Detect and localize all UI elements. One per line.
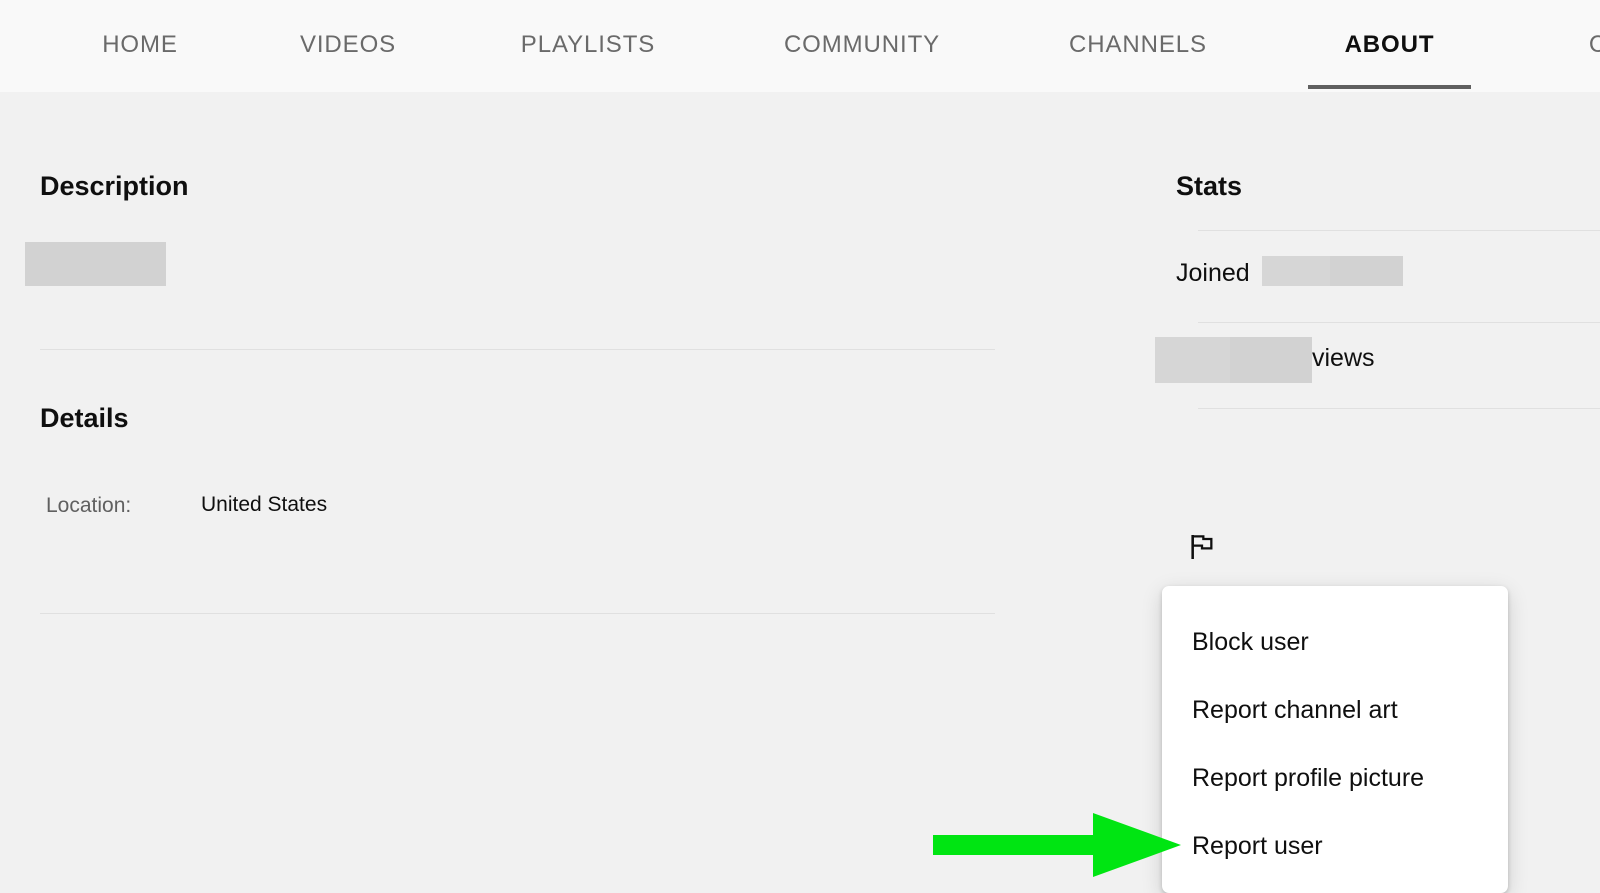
tab-label: PLAYLISTS (520, 31, 656, 58)
report-dropdown-menu: Block user Report channel art Report pro… (1162, 586, 1508, 893)
channel-about-page: HOME VIDEOS PLAYLISTS COMMUNITY CHANNELS… (0, 0, 1600, 893)
tab-playlists[interactable]: PLAYLISTS (487, 0, 689, 92)
details-heading: Details (40, 403, 129, 433)
menu-item-label: Block user (1192, 627, 1309, 656)
tab-underline (1308, 85, 1471, 89)
stats-divider-middle (1198, 322, 1600, 323)
description-divider (40, 349, 995, 350)
joined-label: Joined (1176, 259, 1250, 287)
tab-videos[interactable]: VIDEOS (265, 0, 431, 92)
joined-date-redacted (1262, 256, 1403, 286)
channel-tab-bar: HOME VIDEOS PLAYLISTS COMMUNITY CHANNELS… (0, 0, 1600, 92)
views-label: views (1312, 344, 1375, 372)
menu-item-label: Report user (1192, 831, 1323, 860)
menu-item-report-channel-art[interactable]: Report channel art (1162, 676, 1508, 744)
tab-channels[interactable]: CHANNELS (1032, 0, 1244, 92)
menu-item-label: Report profile picture (1192, 763, 1425, 792)
menu-item-block-user[interactable]: Block user (1162, 608, 1508, 676)
tab-label: HOME (102, 31, 178, 58)
tab-label: CHANNELS (1069, 31, 1207, 58)
tab-about[interactable]: ABOUT (1296, 0, 1483, 92)
flag-icon (1191, 535, 1213, 559)
details-divider (40, 613, 995, 614)
report-flag-button[interactable] (1180, 525, 1224, 569)
tab-overflow-partial[interactable]: C (1538, 0, 1600, 92)
tab-label: COMMUNITY (783, 31, 941, 58)
about-content: Description Details Location: United Sta… (0, 92, 1600, 893)
tab-label: ABOUT (1344, 31, 1435, 58)
tab-label: VIDEOS (299, 31, 397, 58)
menu-item-report-profile-picture[interactable]: Report profile picture (1162, 744, 1508, 812)
stats-divider-top (1198, 230, 1600, 231)
menu-item-label: Report channel art (1192, 695, 1398, 724)
tab-community[interactable]: COMMUNITY (745, 0, 979, 92)
tab-home[interactable]: HOME (60, 0, 220, 92)
annotation-arrow-icon (933, 813, 1181, 877)
stats-heading: Stats (1176, 171, 1243, 201)
location-value: United States (201, 493, 328, 516)
location-label: Location: (46, 494, 132, 517)
description-text-redacted (25, 242, 166, 286)
view-count-redacted (1155, 337, 1312, 383)
menu-item-report-user[interactable]: Report user (1162, 812, 1508, 880)
tab-label: C (1588, 31, 1600, 58)
description-heading: Description (40, 171, 189, 201)
stats-divider-bottom (1198, 408, 1600, 409)
